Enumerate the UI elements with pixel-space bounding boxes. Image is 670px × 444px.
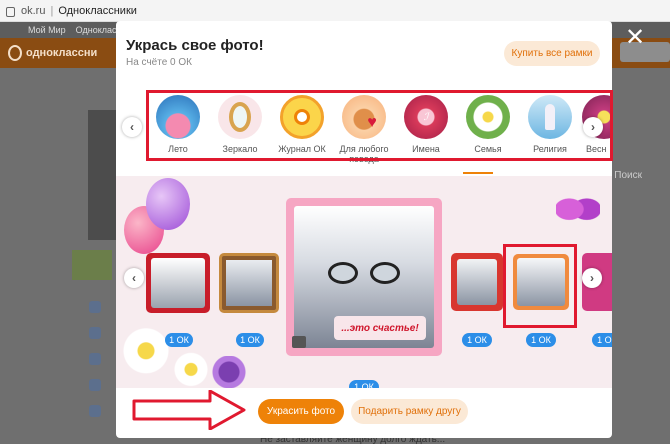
active-category-indicator [463, 172, 493, 174]
glasses-left [328, 262, 358, 284]
price-badge: 1 ОК [592, 333, 612, 347]
notes-icon[interactable] [89, 327, 101, 339]
cat-photo [226, 260, 272, 306]
violet-decoration [211, 356, 247, 388]
annotation-arrow-icon [132, 390, 246, 430]
annotation-highlight-categories [146, 90, 613, 161]
frame-thumbnail[interactable] [451, 253, 503, 311]
photo-icon[interactable] [89, 405, 101, 417]
frame-caption: ...это счастье! [334, 316, 426, 340]
price-badge: 1 ОК [526, 333, 556, 347]
annotation-highlight-frame [503, 244, 577, 328]
gift-frame-button[interactable]: Подарить рамку другу [351, 399, 468, 424]
buy-all-frames-button[interactable]: Купить все рамки [504, 41, 600, 66]
site-logo-text: одноклассни [26, 47, 98, 59]
compass-icon[interactable] [89, 353, 101, 365]
butterfly-decoration [556, 194, 600, 232]
close-icon[interactable]: ✕ [625, 26, 645, 50]
modal-title: Укрась свое фото! [126, 37, 264, 54]
bookmark-item[interactable]: Мой Мир [28, 25, 66, 35]
camera-icon[interactable] [292, 336, 306, 348]
chevron-left-icon[interactable]: ‹ [124, 268, 144, 288]
balloon-decoration [146, 178, 190, 230]
frame-thumbnail[interactable] [146, 253, 210, 313]
price-badge: 1 ОК [236, 333, 264, 347]
friends-icon[interactable] [89, 379, 101, 391]
photo-frame-modal: Укрась свое фото! На счёте 0 ОК Купить в… [116, 21, 612, 438]
lock-icon [6, 6, 15, 17]
price-badge: 1 ОК [349, 380, 379, 388]
chevron-left-icon[interactable]: ‹ [122, 117, 142, 137]
chevron-right-icon[interactable]: › [582, 268, 602, 288]
decorate-photo-button[interactable]: Украсить фото [258, 399, 344, 424]
balance-text: На счёте 0 ОК [126, 57, 192, 68]
ok-logo-icon [8, 45, 22, 61]
url-separator: | [50, 4, 54, 17]
user-icon[interactable] [89, 301, 101, 313]
selected-frame-preview[interactable]: ...это счастье! [286, 198, 442, 356]
cat-photo [151, 258, 205, 308]
browser-site-name: Одноклассники [58, 4, 137, 17]
frame-thumbnail[interactable] [219, 253, 279, 313]
glasses-right [370, 262, 400, 284]
browser-address-bar[interactable]: ok.ru | Одноклассники [0, 0, 670, 22]
search-link[interactable]: Поиск [614, 170, 642, 181]
price-badge: 1 ОК [165, 333, 193, 347]
sidebar-menu [80, 287, 110, 437]
cat-photo [457, 259, 497, 305]
profile-frame-strip [72, 250, 112, 280]
price-badge: 1 ОК [462, 333, 492, 347]
browser-url[interactable]: ok.ru [21, 5, 45, 17]
